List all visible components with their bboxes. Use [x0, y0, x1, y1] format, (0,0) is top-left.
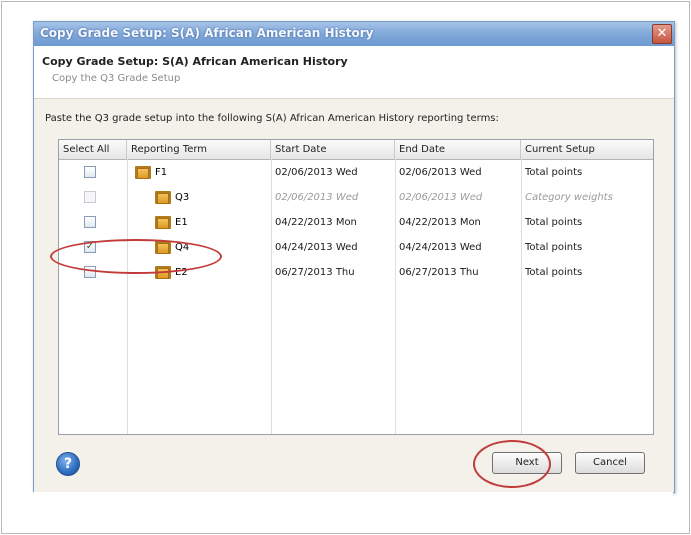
- background-window-strip: [33, 492, 673, 514]
- table-row[interactable]: ✓ Q4 04/24/2013 Wed 04/24/2013 Wed Total…: [59, 235, 653, 260]
- reporting-term-label: E2: [175, 267, 188, 278]
- current-setup-cell: Total points: [525, 167, 583, 178]
- table-row[interactable]: E1 04/22/2013 Mon 04/22/2013 Mon Total p…: [59, 210, 653, 235]
- instruction-text: Paste the Q3 grade setup into the follow…: [45, 113, 499, 124]
- start-date-cell: 04/22/2013 Mon: [275, 217, 357, 228]
- close-icon[interactable]: ✕: [652, 24, 672, 44]
- cancel-button[interactable]: Cancel: [575, 452, 645, 474]
- current-setup-cell: Category weights: [525, 192, 613, 203]
- select-checkbox-disabled: [84, 191, 96, 203]
- end-date-cell: 02/06/2013 Wed: [399, 192, 483, 203]
- folder-icon: [155, 191, 171, 204]
- copy-grade-setup-dialog: Copy Grade Setup: S(A) African American …: [33, 21, 675, 493]
- column-end-date[interactable]: End Date: [395, 140, 521, 159]
- next-button[interactable]: Next: [492, 452, 562, 474]
- header-subtitle: Copy the Q3 Grade Setup: [52, 73, 181, 84]
- folder-icon: [155, 266, 171, 279]
- current-setup-cell: Total points: [525, 217, 583, 228]
- folder-icon: [155, 216, 171, 229]
- reporting-term-label: F1: [155, 167, 168, 178]
- end-date-cell: 04/24/2013 Wed: [399, 242, 482, 253]
- table-row[interactable]: F1 02/06/2013 Wed 02/06/2013 Wed Total p…: [59, 160, 653, 185]
- grid-header: Select All Reporting Term Start Date End…: [59, 140, 653, 160]
- select-checkbox[interactable]: [84, 266, 96, 278]
- column-reporting-term[interactable]: Reporting Term: [127, 140, 271, 159]
- select-checkbox[interactable]: [84, 216, 96, 228]
- start-date-cell: 02/06/2013 Wed: [275, 192, 359, 203]
- end-date-cell: 06/27/2013 Thu: [399, 267, 479, 278]
- select-checkbox[interactable]: [84, 166, 96, 178]
- title-bar: Copy Grade Setup: S(A) African American …: [34, 22, 674, 46]
- start-date-cell: 04/24/2013 Wed: [275, 242, 358, 253]
- start-date-cell: 06/27/2013 Thu: [275, 267, 355, 278]
- reporting-term-label: Q3: [175, 192, 190, 203]
- header-title: Copy Grade Setup: S(A) African American …: [42, 55, 348, 68]
- table-row: Q3 02/06/2013 Wed 02/06/2013 Wed Categor…: [59, 185, 653, 210]
- dialog-header: Copy Grade Setup: S(A) African American …: [34, 46, 674, 99]
- column-select-all[interactable]: Select All: [59, 140, 127, 159]
- end-date-cell: 04/22/2013 Mon: [399, 217, 481, 228]
- column-start-date[interactable]: Start Date: [271, 140, 395, 159]
- help-icon[interactable]: ?: [56, 452, 80, 476]
- folder-icon: [155, 241, 171, 254]
- window-title: Copy Grade Setup: S(A) African American …: [40, 26, 374, 40]
- current-setup-cell: Total points: [525, 267, 583, 278]
- current-setup-cell: Total points: [525, 242, 583, 253]
- start-date-cell: 02/06/2013 Wed: [275, 167, 358, 178]
- column-current-setup[interactable]: Current Setup: [521, 140, 653, 159]
- folder-icon: [135, 166, 151, 179]
- reporting-terms-grid: Select All Reporting Term Start Date End…: [58, 139, 654, 435]
- select-checkbox-checked[interactable]: ✓: [84, 241, 96, 253]
- end-date-cell: 02/06/2013 Wed: [399, 167, 482, 178]
- reporting-term-label: E1: [175, 217, 188, 228]
- reporting-term-label: Q4: [175, 242, 190, 253]
- table-row[interactable]: E2 06/27/2013 Thu 06/27/2013 Thu Total p…: [59, 260, 653, 285]
